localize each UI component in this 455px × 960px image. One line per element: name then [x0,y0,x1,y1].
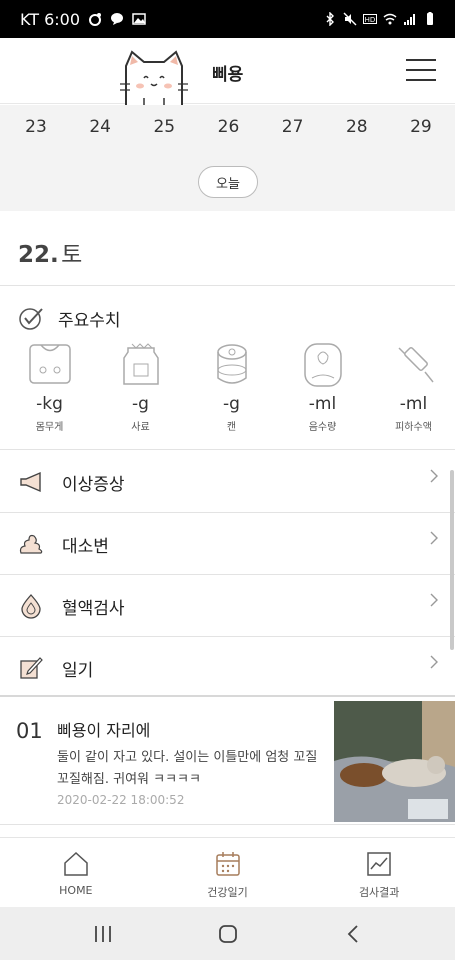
selected-date-day: 22 [18,242,51,268]
chevron-right-icon [430,655,438,669]
diary-datetime: 2020-02-22 18:00:52 [57,793,185,807]
metric-label: 음수량 [308,422,337,433]
megaphone-icon [20,471,41,493]
tab-health-diary[interactable]: 건강일기 [152,838,304,907]
back-button[interactable] [333,919,373,949]
poop-icon [19,534,43,554]
tab-label: HOME [59,884,93,897]
signal-icon [404,14,415,25]
calendar-day[interactable]: 28 [337,117,377,137]
pet-name: 삐용 [212,65,244,85]
edit-note-icon [20,657,43,679]
home-nav-icon [218,924,237,943]
row-label: 이상증상 [62,474,125,495]
calendar-day[interactable]: 23 [16,117,56,137]
scale-icon [28,344,71,384]
bottom-tab-bar: HOME 건강일기 검사결과 [0,837,455,907]
home-nav-button[interactable] [208,919,248,949]
metric-fluid[interactable]: -ml 피하수액 [372,342,455,433]
metric-label: 사료 [131,422,150,433]
row-label: 혈액검사 [62,598,125,619]
metric-value: -g [223,394,240,414]
diary-number: 01 [16,719,43,743]
chart-icon [367,852,391,876]
metrics-title: 주요수치 [58,310,121,331]
diary-photo [334,701,455,822]
home-icon [64,851,88,876]
divider [0,449,455,450]
metric-food[interactable]: -g 사료 [99,342,182,433]
menu-button[interactable] [404,54,438,82]
metrics-list: -kg 몸무게 -g 사료 -g 캔 -ml 음수량 -ml 피하수액 [0,342,455,433]
syringe-icon [397,347,434,383]
row-diary[interactable]: 일기 [0,637,455,699]
metric-value: -kg [36,394,63,414]
metric-label: 몸무게 [35,422,64,433]
blood-drop-icon [21,594,41,619]
scrollbar[interactable] [450,470,454,650]
calendar-day[interactable]: 29 [401,117,441,137]
calendar-day[interactable]: 25 [144,117,184,137]
row-blood-test[interactable]: 혈액검사 [0,575,455,637]
selected-date-dot: . [50,242,59,268]
row-label: 일기 [62,660,94,681]
tab-label: 건강일기 [207,886,248,899]
can-icon [216,344,247,384]
selected-date-weekday: 토 [61,242,83,268]
chevron-right-icon [430,469,438,483]
chevron-right-icon [430,531,438,545]
tab-test-results[interactable]: 검사결과 [303,838,455,907]
tab-home[interactable]: HOME [0,838,152,907]
metric-can[interactable]: -g 캔 [190,342,273,433]
hd-icon: HD [363,14,377,24]
mute-icon [343,12,357,26]
metric-weight[interactable]: -kg 몸무게 [8,342,91,433]
row-label: 대소변 [62,536,109,557]
diary-title: 삐용이 자리에 [57,721,151,740]
svg-text:HD: HD [365,16,376,24]
diary-body: 둘이 같이 자고 있다. 설이는 이틀만에 엄청 꼬질꼬질해짐. 귀여워 ㅋㅋㅋ… [57,750,318,787]
bluetooth-icon [326,12,334,26]
checklist-icon [19,308,43,330]
divider [0,824,455,825]
status-bar: KT 6:00 HD [0,0,455,38]
metric-label: 피하수액 [395,422,432,433]
selected-date: 22. 토 [18,235,82,269]
metrics-header: 주요수치 [18,305,121,331]
water-bowl-icon [303,343,342,387]
calendar-day[interactable]: 24 [80,117,120,137]
system-nav-bar [0,907,455,960]
wifi-icon [383,13,397,25]
food-bag-icon [122,343,159,385]
calendar-icon [215,852,240,876]
week-calendar: 23 24 25 26 27 28 29 오늘 [0,105,455,211]
calendar-day[interactable]: 26 [208,117,248,137]
recent-apps-icon [94,925,111,942]
back-icon [347,924,358,943]
divider [0,285,455,286]
diary-entry[interactable]: 01 삐용이 자리에 둘이 같이 자고 있다. 설이는 이틀만에 엄청 꼬질꼬질… [0,697,455,824]
metric-value: -ml [308,394,337,414]
row-symptoms[interactable]: 이상증상 [0,451,455,513]
metric-value: -g [132,394,149,414]
chevron-right-icon [430,593,438,607]
row-stool[interactable]: 대소변 [0,513,455,575]
metric-value: -ml [399,394,428,414]
battery-icon [427,12,433,25]
metric-water[interactable]: -ml 음수량 [281,342,364,433]
carrier-time: KT 6:00 [20,9,81,29]
gallery-notification-icon [132,13,146,25]
today-button[interactable]: 오늘 [198,166,258,198]
metric-label: 캔 [226,422,237,433]
calendar-day[interactable]: 27 [273,117,313,137]
app-header: 삐용 [0,38,455,106]
talk-notification-icon [111,13,124,25]
cat-logo-icon [120,50,188,106]
recent-apps-button[interactable] [83,919,123,949]
app-notification-icon [89,13,102,26]
tab-label: 검사결과 [358,886,400,899]
